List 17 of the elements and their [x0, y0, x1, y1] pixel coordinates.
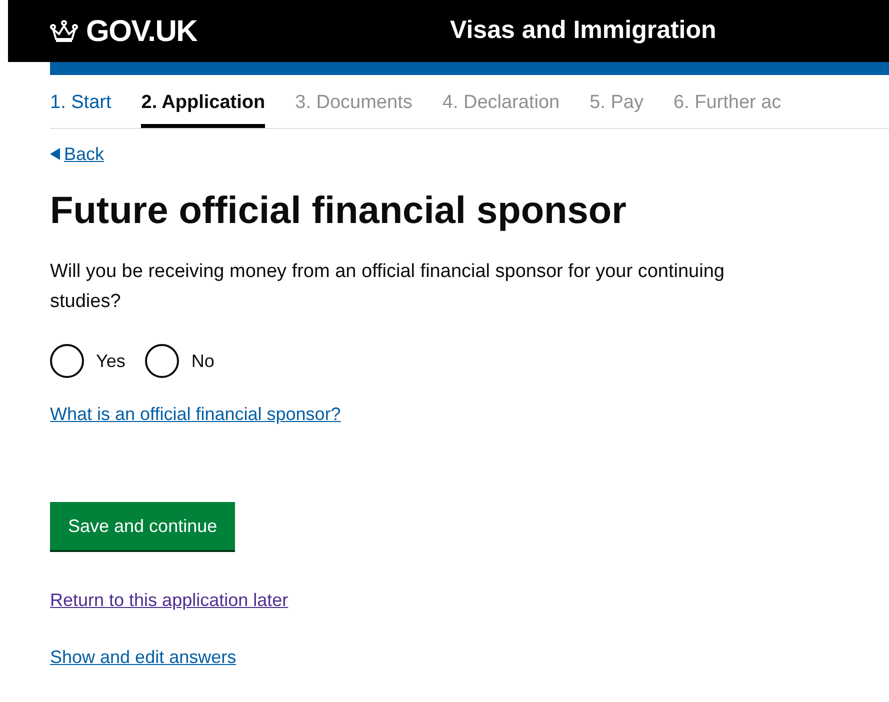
- radio-option[interactable]: Yes: [50, 344, 126, 378]
- back-link[interactable]: Back: [50, 140, 104, 168]
- logo-link[interactable]: GOV.UK: [50, 8, 450, 54]
- crown-icon: [50, 19, 78, 43]
- radio-button[interactable]: [145, 344, 180, 378]
- radio-option[interactable]: No: [145, 344, 214, 378]
- progress-step[interactable]: 1. Start: [50, 89, 112, 128]
- back-arrow-icon: [50, 148, 60, 160]
- service-name[interactable]: Visas and Immigration: [450, 12, 716, 50]
- progress-step[interactable]: 2. Application: [141, 89, 266, 128]
- text-link[interactable]: Return to this application later: [50, 587, 288, 614]
- radio-button[interactable]: [50, 344, 84, 378]
- text-link[interactable]: Show and edit answers: [50, 644, 236, 671]
- page-heading: Future official financial sponsor: [50, 188, 628, 234]
- question-text: Will you be receiving money from an official financial sponsor for your continuing studies?: [50, 260, 726, 314]
- help-link[interactable]: What is an official financial sponsor?: [50, 401, 341, 428]
- save-and-continue-button[interactable]: Save and continue: [50, 502, 236, 552]
